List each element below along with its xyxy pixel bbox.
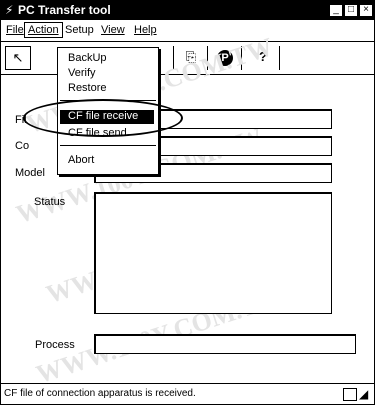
pc-transfer-window: ⚡ PC Transfer tool _ □ × File Action Set… [0, 0, 375, 405]
maximize-button[interactable]: □ [344, 4, 358, 17]
toolbar-separator [279, 46, 280, 70]
file-label: Fil [15, 114, 27, 126]
transfer-icon[interactable]: ↖ [5, 46, 31, 70]
menu-item-cf-file-receive[interactable]: CF file receive [60, 110, 154, 124]
process-progress-bar [94, 334, 356, 354]
action-dropdown-menu: BackUp Verify Restore CF file receive CF… [57, 47, 159, 175]
menu-help[interactable]: Help [131, 23, 160, 37]
p-circle-icon[interactable]: P [213, 46, 237, 68]
menu-item-cf-file-send[interactable]: CF file send [68, 127, 127, 139]
comment-label: Co [15, 140, 30, 152]
status-panel-icon [343, 388, 357, 401]
title-bar[interactable]: ⚡ PC Transfer tool _ □ × [1, 1, 374, 20]
menu-action-label: Action [28, 24, 59, 36]
toolbar-separator [173, 46, 174, 70]
menu-help-label: Help [134, 24, 157, 36]
pc-transfer-icon[interactable]: ⎘ [179, 46, 203, 68]
menu-action[interactable]: Action [24, 22, 63, 38]
menu-setup[interactable]: Setup [62, 23, 97, 37]
menu-item-backup[interactable]: BackUp [68, 52, 107, 64]
menu-separator [60, 145, 156, 146]
window-title: PC Transfer tool [18, 3, 111, 17]
toolbar-separator [207, 46, 208, 70]
menu-view-label: View [101, 24, 125, 36]
resize-grip-icon[interactable]: ◢ [359, 387, 368, 401]
help-icon[interactable]: ? [251, 46, 275, 68]
close-button[interactable]: × [359, 4, 373, 17]
process-label: Process [35, 339, 75, 351]
status-bar: CF file of connection apparatus is recei… [1, 383, 374, 405]
status-bar-text: CF file of connection apparatus is recei… [4, 388, 196, 399]
status-area[interactable] [94, 192, 332, 314]
toolbar-separator [241, 46, 242, 70]
menu-separator [60, 100, 156, 101]
menu-item-restore[interactable]: Restore [68, 82, 107, 94]
minimize-button[interactable]: _ [329, 4, 343, 17]
menu-item-abort[interactable]: Abort [68, 154, 94, 166]
p-circle-glyph: P [217, 50, 233, 66]
menu-bar: File Action Setup View Help [1, 20, 374, 40]
status-label: Status [34, 196, 66, 208]
model-label: Model [15, 167, 45, 179]
menu-view[interactable]: View [98, 23, 128, 37]
menu-item-verify[interactable]: Verify [68, 67, 96, 79]
lightning-icon: ⚡ [5, 3, 14, 17]
